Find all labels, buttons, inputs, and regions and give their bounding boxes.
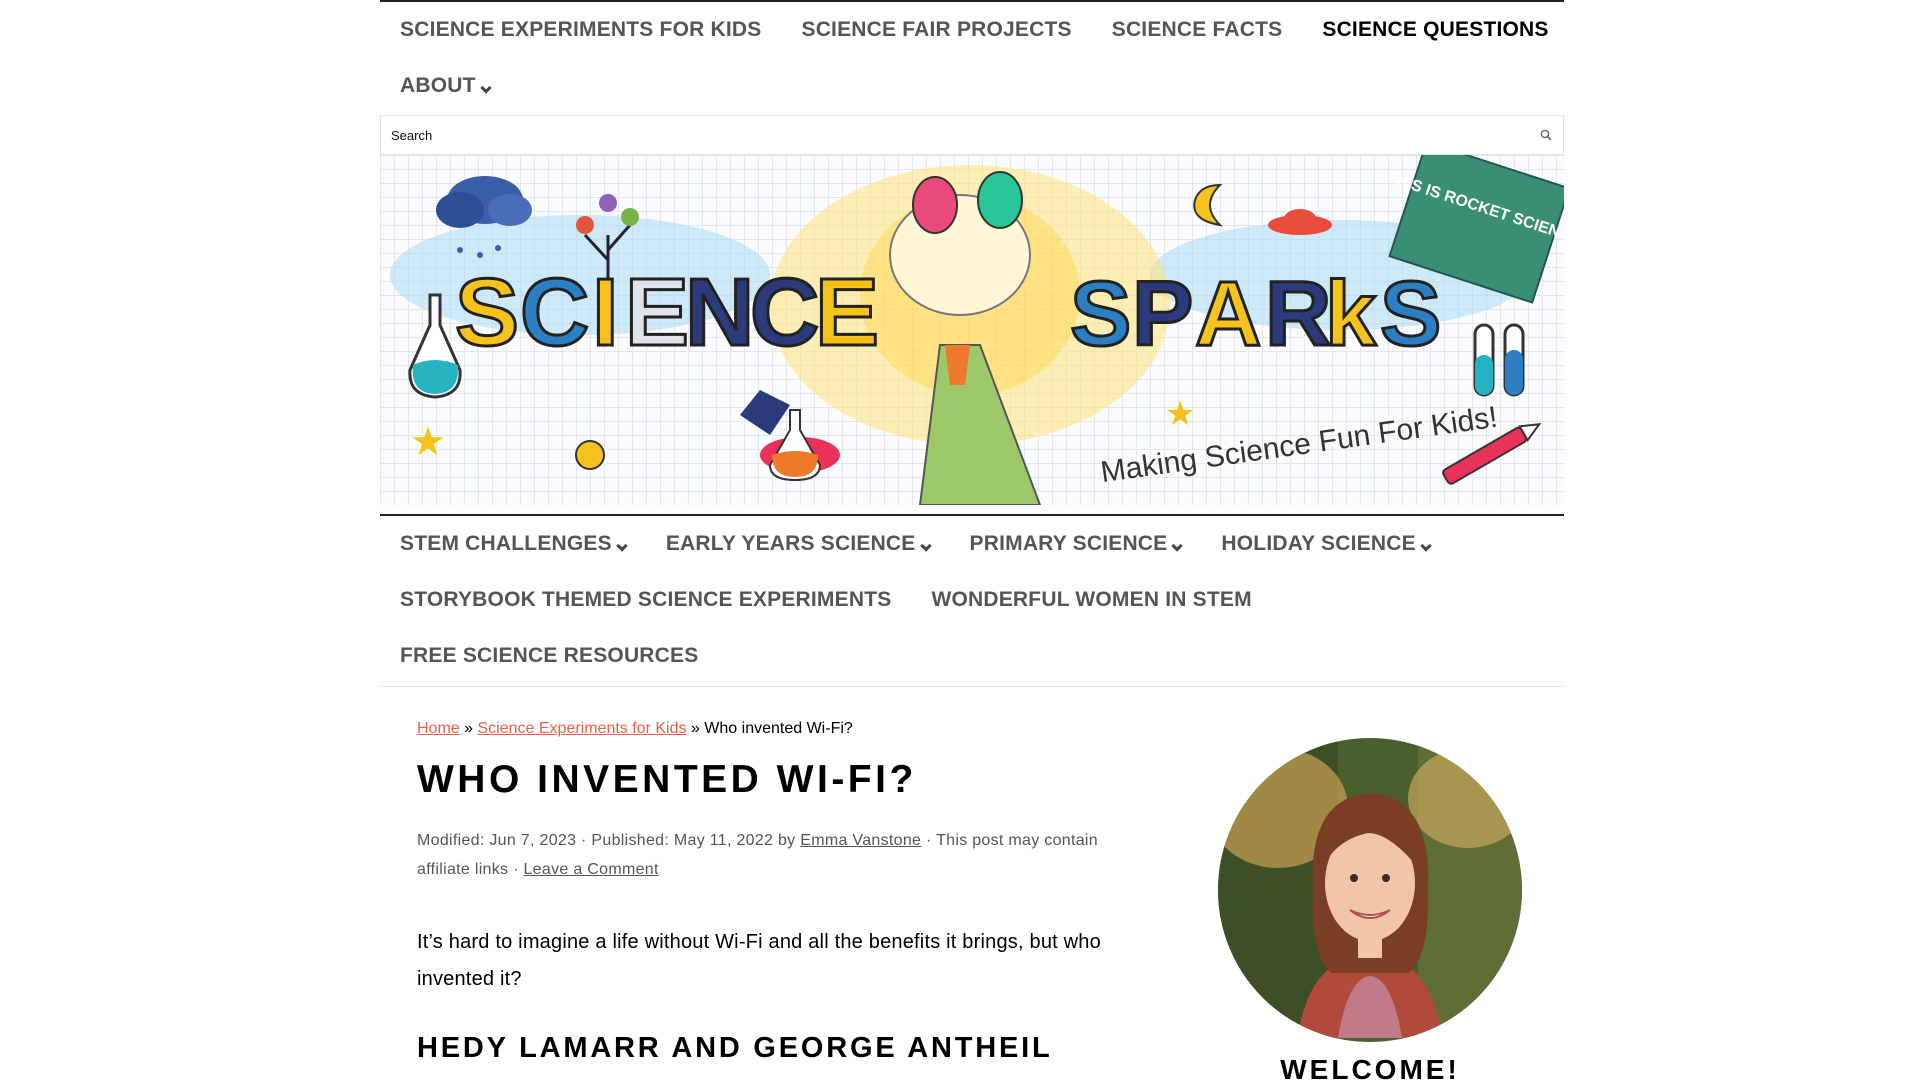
nav-primary-science-label: PRIMARY SCIENCE (969, 532, 1168, 555)
nav-wonderful-women-in-stem[interactable]: WONDERFUL WOMEN IN STEM (931, 588, 1251, 612)
nav-free-science-resources[interactable]: FREE SCIENCE RESOURCES (400, 644, 698, 668)
svg-text:A: A (1195, 263, 1261, 365)
post-intro: It’s hard to imagine a life without Wi-F… (417, 931, 1101, 990)
sparks-logo-text: S P A R k S (1069, 262, 1443, 367)
breadcrumb-home-link[interactable]: Home (417, 720, 460, 737)
chevron-down-icon (616, 540, 628, 552)
tagline-text: Making Science Fun For Kids! (1099, 401, 1500, 489)
nav-holiday-science[interactable]: HOLIDAY SCIENCE (1221, 532, 1432, 556)
page-title: WHO INVENTED WI-FI? (417, 758, 917, 801)
leave-comment-link[interactable]: Leave a Comment (523, 861, 658, 878)
primary-navigation: STEM CHALLENGES EARLY YEARS SCIENCE PRIM… (380, 514, 1564, 687)
nav-holiday-science-label: HOLIDAY SCIENCE (1221, 532, 1416, 555)
top-nav-row-2: ABOUT (380, 58, 1564, 114)
main-content: Home » Science Experiments for Kids » Wh… (417, 720, 1137, 1065)
breadcrumb-current: Who invented Wi-Fi? (704, 720, 853, 737)
nav-about-label: ABOUT (400, 74, 476, 97)
search-input[interactable] (381, 116, 1529, 154)
nav-about[interactable]: ABOUT (400, 74, 492, 98)
top-navigation: SCIENCE EXPERIMENTS FOR KIDS SCIENCE FAI… (380, 0, 1564, 114)
nav-stem-challenges[interactable]: STEM CHALLENGES (400, 532, 628, 556)
breadcrumb-category-link[interactable]: Science Experiments for Kids (478, 720, 687, 737)
svg-text:I: I (592, 259, 619, 366)
nav-storybook-themed-science[interactable]: STORYBOOK THEMED SCIENCE EXPERIMENTS (400, 588, 891, 612)
nav-early-years-science-label: EARLY YEARS SCIENCE (665, 532, 916, 555)
nav-science-fair-projects[interactable]: SCIENCE FAIR PROJECTS (801, 18, 1071, 42)
sidebar: WELCOME! (1218, 738, 1522, 1080)
svg-text:C: C (520, 259, 589, 366)
top-nav-row: SCIENCE EXPERIMENTS FOR KIDS SCIENCE FAI… (380, 2, 1564, 58)
nav-early-years-science[interactable]: EARLY YEARS SCIENCE (665, 532, 932, 556)
science-logo-text: S C I E N C E (454, 258, 881, 368)
chevron-down-icon (1171, 540, 1184, 552)
search-icon[interactable] (1529, 116, 1563, 154)
nav-science-questions[interactable]: SCIENCE QUESTIONS (1322, 18, 1548, 42)
nav-primary-science[interactable]: PRIMARY SCIENCE (969, 532, 1184, 556)
author-avatar (1218, 738, 1522, 1042)
chevron-down-icon (480, 82, 492, 94)
svg-text:R: R (1265, 263, 1331, 365)
chevron-down-icon (1420, 540, 1432, 552)
chevron-down-icon (919, 540, 932, 552)
svg-text:E: E (625, 259, 689, 366)
nav-science-facts[interactable]: SCIENCE FACTS (1112, 18, 1283, 42)
nav-science-experiments-for-kids[interactable]: SCIENCE EXPERIMENTS FOR KIDS (400, 18, 761, 42)
breadcrumb-separator: » (690, 720, 700, 737)
svg-text:S: S (455, 259, 519, 366)
star-icon: ★ (1165, 395, 1195, 433)
nav-stem-challenges-label: STEM CHALLENGES (400, 532, 612, 555)
section-heading: HEDY LAMARR AND GEORGE ANTHEIL (417, 1032, 1053, 1064)
primary-nav-row-1: STEM CHALLENGES EARLY YEARS SCIENCE PRIM… (380, 516, 1564, 572)
svg-text:N: N (685, 259, 754, 366)
primary-nav-row-3: FREE SCIENCE RESOURCES (380, 628, 1564, 684)
author-link[interactable]: Emma Vanstone (800, 832, 921, 849)
svg-text:S: S (1380, 263, 1441, 365)
primary-nav-row-2: STORYBOOK THEMED SCIENCE EXPERIMENTS WON… (380, 572, 1564, 628)
breadcrumb: Home » Science Experiments for Kids » Wh… (417, 720, 1137, 738)
star-icon: ★ (410, 420, 446, 464)
svg-text:S: S (1070, 263, 1131, 365)
test-tubes-icon (1473, 323, 1525, 397)
welcome-heading: WELCOME! (1280, 1054, 1460, 1080)
post-meta: Modified: Jun 7, 2023 · Published: May 1… (417, 826, 1137, 884)
svg-text:C: C (750, 259, 819, 366)
svg-text:k: k (1325, 263, 1377, 365)
banner-illustration: S C I E N C E S P A R k S THIS IS ROCKET… (390, 155, 1564, 505)
post-dates: Modified: Jun 7, 2023 · Published: May 1… (417, 832, 801, 849)
author-photo (1218, 738, 1522, 1042)
site-header-banner[interactable]: S C I E N C E S P A R k S THIS IS ROCKET… (380, 155, 1564, 505)
breadcrumb-separator: » (464, 720, 474, 737)
search-bar (380, 115, 1564, 155)
svg-text:E: E (815, 259, 879, 366)
svg-text:P: P (1132, 263, 1193, 365)
